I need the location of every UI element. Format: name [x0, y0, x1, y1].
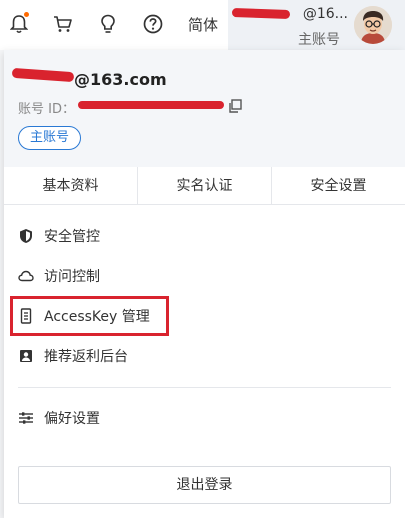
menu-item-label: 访问控制	[44, 269, 100, 285]
tab-basic-info[interactable]: 基本资料	[4, 167, 137, 204]
menu-item-security-control[interactable]: 安全管控	[4, 216, 405, 256]
primary-account-badge: 主账号	[18, 126, 82, 150]
tab-real-name-auth[interactable]: 实名认证	[137, 167, 271, 204]
user-menu-trigger[interactable]: @16... 主账号	[228, 0, 405, 50]
menu-item-access-control[interactable]: 访问控制	[4, 256, 405, 296]
tab-security-settings[interactable]: 安全设置	[271, 167, 405, 204]
account-tabs: 基本资料 实名认证 安全设置	[4, 167, 405, 205]
avatar[interactable]	[354, 6, 392, 44]
menu-divider	[18, 387, 391, 388]
menu-item-label: 偏好设置	[44, 411, 100, 427]
portrait-icon	[18, 348, 34, 364]
lightbulb-icon[interactable]	[96, 12, 120, 36]
account-type-label: 主账号	[298, 32, 340, 48]
redaction-mark	[78, 101, 224, 109]
menu-item-label: 推荐返利后台	[44, 349, 128, 365]
cart-icon[interactable]	[51, 12, 75, 36]
menu-item-preferences[interactable]: 偏好设置	[4, 398, 405, 438]
account-info-header: @163.com 账号 ID： 主账号	[4, 50, 405, 167]
menu-item-label: 安全管控	[44, 229, 100, 245]
menu-item-referral-rebate[interactable]: 推荐返利后台	[4, 336, 405, 376]
notification-dot	[24, 12, 29, 17]
account-id-label: 账号 ID：	[18, 102, 75, 117]
key-card-icon	[18, 308, 34, 324]
logout-button[interactable]: 退出登录	[18, 466, 391, 504]
sliders-icon	[18, 410, 34, 426]
menu-item-accesskey-management[interactable]: AccessKey 管理	[4, 296, 405, 336]
account-dropdown-panel: @163.com 账号 ID： 主账号 基本资料 实名认证 安全设置 安全管控 …	[4, 50, 405, 518]
menu-item-label: AccessKey 管理	[44, 309, 150, 325]
language-switch[interactable]: 简体	[188, 14, 218, 35]
notification-bell-icon[interactable]	[7, 12, 31, 36]
help-icon[interactable]	[141, 12, 165, 36]
cloud-icon	[18, 268, 34, 284]
top-nav-bar: 简体 @16... 主账号	[0, 0, 405, 50]
shield-icon	[18, 228, 34, 244]
copy-icon[interactable]	[227, 98, 243, 114]
